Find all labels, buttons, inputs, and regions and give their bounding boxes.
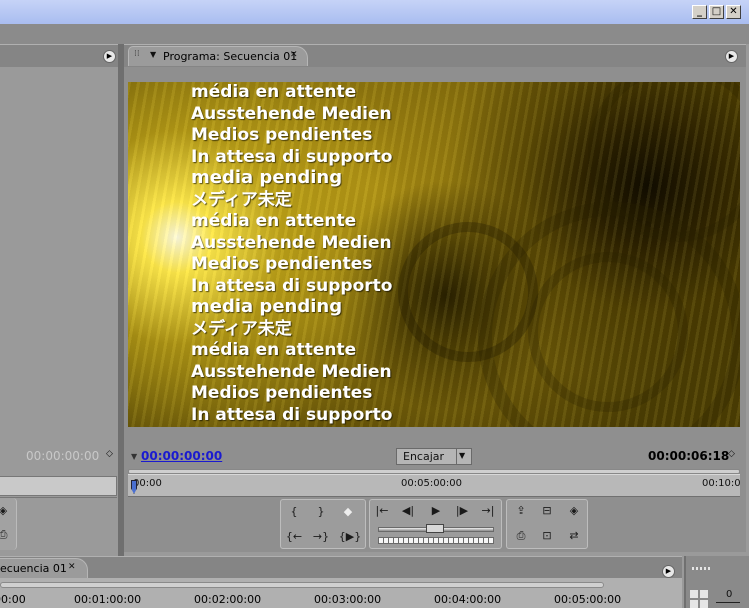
fit-zoom-value: Encajar: [403, 450, 445, 463]
program-video-frame: média en attente Ausstehende Medien Medi…: [128, 82, 740, 427]
drag-grip-icon[interactable]: ⁞⁞: [134, 49, 140, 59]
app-title-bar: [0, 0, 749, 24]
media-pending-line: Medios pendientes: [191, 254, 373, 274]
marker-controls-group: { } ◆ {← →} {▶}: [280, 499, 366, 549]
media-pending-line: media pending: [191, 167, 343, 188]
source-export-icon[interactable]: ⎙: [0, 526, 10, 544]
step-to-next-edit-button[interactable]: →|: [478, 502, 498, 520]
jog-wheel[interactable]: [378, 537, 494, 544]
timecode-menu-icon[interactable]: ▼: [131, 452, 137, 461]
media-pending-line: Ausstehende Medien: [191, 104, 392, 124]
media-pending-line: In attesa di supporto: [191, 405, 393, 425]
video-ring: [398, 222, 538, 362]
mark-in-button[interactable]: {: [284, 503, 304, 521]
ruler-label: 00:05:00:00: [401, 478, 463, 489]
media-pending-line: Ausstehende Medien: [191, 233, 392, 253]
chevron-down-icon: ▼: [459, 451, 466, 460]
media-pending-line: Medios pendientes: [191, 383, 373, 403]
close-tab-icon[interactable]: ✕: [290, 50, 298, 60]
media-pending-line: メディア未定: [191, 319, 292, 339]
source-controls-group: ◈ ⎙: [0, 498, 17, 550]
export-frame-button[interactable]: ⎙: [511, 527, 531, 545]
source-trim-icon[interactable]: ◈: [0, 502, 10, 520]
grid-icon[interactable]: [690, 590, 710, 608]
mark-out-button[interactable]: }: [311, 503, 331, 521]
close-window-button[interactable]: ✕: [726, 5, 741, 19]
timeline-tick-label: 00:00: [0, 593, 26, 606]
minimize-button[interactable]: _: [692, 5, 707, 19]
duration-arrows-icon[interactable]: ◇: [728, 449, 735, 459]
play-in-to-out-button[interactable]: {▶}: [338, 528, 362, 546]
timeline-tab-bar: [0, 556, 682, 579]
step-back-button[interactable]: ◀|: [398, 502, 418, 520]
timeline-tick-label: 00:05:00:00: [554, 593, 622, 606]
ruler-label: 00:00: [133, 478, 162, 489]
source-time-bar[interactable]: [0, 476, 117, 496]
close-tab-icon[interactable]: ✕: [68, 562, 76, 572]
divider: [128, 496, 740, 497]
current-timecode[interactable]: 00:00:00:00: [141, 449, 222, 463]
step-forward-button[interactable]: |▶: [452, 502, 472, 520]
play-button[interactable]: ▶: [426, 502, 446, 520]
tab-timeline-sequence[interactable]: ecuencia 01 ✕: [0, 558, 88, 578]
media-pending-line: In attesa di supporto: [191, 276, 393, 296]
duration-timecode[interactable]: 00:00:06:18: [648, 449, 729, 463]
trim-button[interactable]: ◈: [564, 502, 584, 520]
media-pending-line: In attesa di supporto: [191, 147, 393, 167]
maximize-button[interactable]: □: [709, 5, 724, 19]
video-ring: [528, 252, 688, 412]
media-pending-line: Ausstehende Medien: [191, 362, 392, 382]
go-to-out-button[interactable]: →}: [311, 528, 331, 546]
drag-grip-icon[interactable]: [692, 567, 712, 570]
timeline-tick-label: 00:01:00:00: [74, 593, 142, 606]
tab-label: Programa: Secuencia 01: [163, 50, 298, 63]
source-panel-menu-icon[interactable]: ▶: [103, 50, 116, 63]
program-panel-menu-icon[interactable]: ▶: [725, 50, 738, 63]
timeline-tick-label: 00:03:00:00: [314, 593, 382, 606]
media-pending-line: Medios pendientes: [191, 125, 373, 145]
media-pending-line: média en attente: [191, 211, 357, 231]
step-to-previous-edit-button[interactable]: |←: [372, 502, 392, 520]
shuttle-slider-thumb[interactable]: [426, 524, 444, 533]
lift-button[interactable]: ⇪: [511, 502, 531, 520]
ruler-label: 00:10:0: [702, 478, 741, 489]
timeline-zoom-scroll-bar[interactable]: [0, 582, 604, 588]
fit-zoom-select[interactable]: Encajar ▼: [396, 448, 472, 465]
edit-controls-group: ⇪ ⊟ ◈ ⎙ ⊡ ⇄: [506, 499, 588, 549]
source-timecode-arrows-icon[interactable]: ◇: [106, 449, 113, 459]
timeline-tick-label: 00:04:00:00: [434, 593, 502, 606]
divider: [0, 497, 117, 498]
media-pending-line: メディア未定: [191, 190, 292, 210]
audio-level-label: 0: [726, 589, 733, 600]
tab-label: ecuencia 01: [0, 562, 67, 575]
set-marker-button[interactable]: ◆: [338, 503, 358, 521]
tab-program-monitor[interactable]: ⁞⁞ ▼ Programa: Secuencia 01 ✕: [128, 46, 308, 66]
go-to-in-button[interactable]: {←: [284, 528, 304, 546]
timeline-tick-label: 00:02:00:00: [194, 593, 262, 606]
media-pending-line: media pending: [191, 296, 343, 317]
source-timecode[interactable]: 00:00:00:00: [26, 449, 99, 463]
select-divider: [456, 449, 457, 464]
safe-margins-button[interactable]: ⊡: [537, 527, 557, 545]
tab-menu-icon[interactable]: ▼: [150, 50, 156, 59]
media-pending-line: média en attente: [191, 82, 357, 102]
timeline-panel-menu-icon[interactable]: ▶: [662, 565, 675, 578]
output-button[interactable]: ⇄: [564, 527, 584, 545]
workspace-band: [0, 24, 749, 44]
playback-controls-group: |← ◀| ▶ |▶ →|: [369, 499, 502, 549]
extract-button[interactable]: ⊟: [537, 502, 557, 520]
media-pending-line: média en attente: [191, 340, 357, 360]
audio-level-line: [716, 602, 740, 603]
